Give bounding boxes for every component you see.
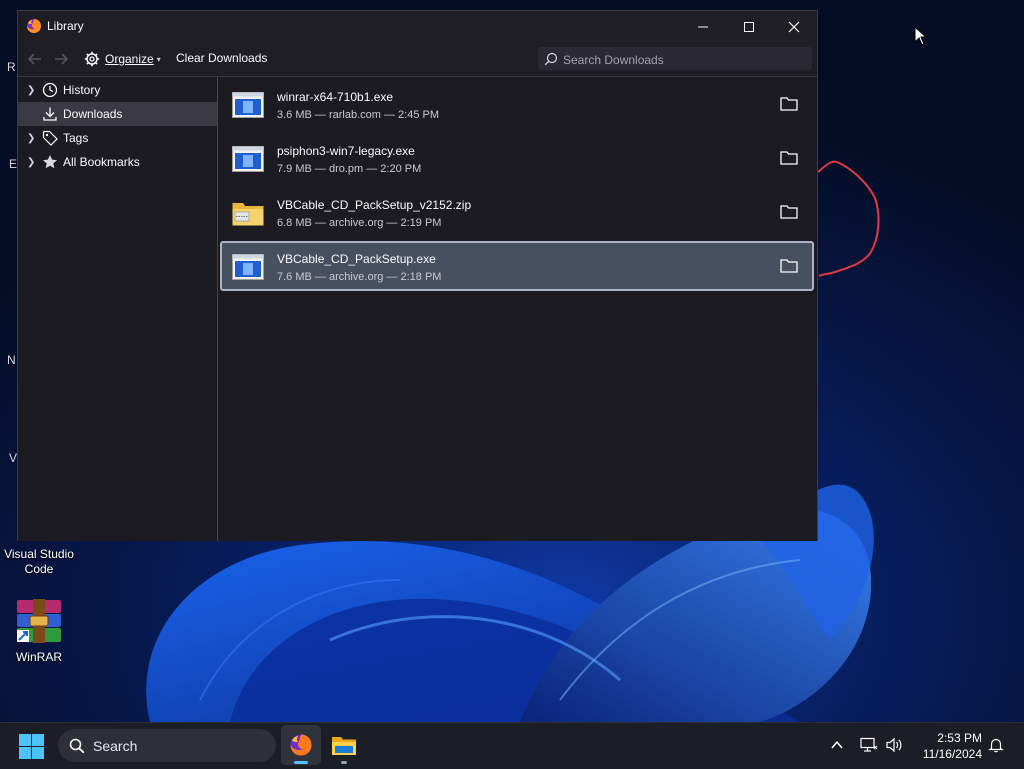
library-sidebar: ❯ History Downloads ❯ Tags ❯ All Bookmar… (18, 76, 218, 541)
download-filename: VBCable_CD_PackSetup.exe (277, 252, 436, 266)
library-toolbar: Organize ▾ Clear Downloads (18, 42, 817, 76)
network-icon[interactable] (860, 737, 878, 753)
star-icon (42, 154, 58, 170)
chevron-right-icon[interactable]: ❯ (27, 133, 37, 144)
forward-arrow-icon[interactable] (53, 51, 69, 67)
gear-icon (84, 51, 100, 67)
download-filename: psiphon3-win7-legacy.exe (277, 144, 415, 158)
sidebar-item-all-bookmarks[interactable]: ❯ All Bookmarks (18, 150, 217, 174)
desktop-edge-letter: V (9, 451, 18, 465)
download-item[interactable]: VBCable_CD_PackSetup_v2152.zip 6.8 MB — … (220, 187, 814, 237)
library-window: Library Organize ▾ Clear Downloads Searc… (17, 10, 818, 541)
back-arrow-icon[interactable] (27, 51, 43, 67)
download-filename: winrar-x64-710b1.exe (277, 90, 394, 104)
exe-file-icon (232, 146, 264, 172)
taskbar: Search 2:53 PM 11/16/2024 (0, 722, 1024, 769)
maximize-icon (744, 21, 754, 32)
volume-icon[interactable] (885, 737, 903, 753)
sidebar-item-history[interactable]: ❯ History (18, 78, 217, 102)
firefox-icon (27, 19, 41, 33)
minimize-button[interactable] (680, 11, 726, 42)
search-icon (69, 738, 85, 753)
organize-label: Organize (105, 52, 154, 66)
search-box[interactable] (538, 47, 812, 70)
desktop-edge-letter: R (7, 60, 16, 74)
desktop-icon-vscode[interactable]: Visual Studio Code (4, 547, 74, 577)
close-icon (788, 21, 800, 32)
clock-date[interactable]: 11/16/2024 (910, 747, 982, 761)
maximize-button[interactable] (726, 11, 772, 42)
firefox-icon (290, 734, 312, 756)
title-bar[interactable]: Library (18, 11, 817, 42)
sidebar-item-label: Downloads (63, 107, 123, 121)
download-icon (42, 106, 58, 122)
taskbar-search-label: Search (93, 737, 138, 754)
desktop-icon-winrar[interactable]: WinRAR (4, 598, 74, 665)
chevron-down-icon: ▾ (156, 54, 161, 64)
taskbar-search-box[interactable]: Search (58, 729, 276, 762)
search-icon (544, 52, 558, 66)
windows-start-icon[interactable] (19, 734, 44, 759)
exe-file-icon (232, 254, 264, 280)
chevron-up-icon[interactable] (830, 738, 844, 752)
zip-folder-icon (232, 203, 264, 226)
clock-icon (42, 82, 58, 98)
exe-file-icon (232, 92, 264, 118)
search-input[interactable] (561, 50, 810, 69)
close-button[interactable] (771, 11, 817, 42)
desktop-icon-label: WinRAR (15, 650, 62, 664)
download-item[interactable]: winrar-x64-710b1.exe 3.6 MB — rarlab.com… (220, 79, 814, 129)
notification-bell-icon[interactable] (988, 737, 1004, 753)
red-scribble-annotation (817, 160, 880, 277)
sidebar-item-label: History (63, 83, 101, 97)
download-meta: 7.6 MB — archive.org — 2:18 PM (277, 271, 442, 283)
folder-icon (332, 737, 356, 755)
desktop-edge-letter: N (7, 353, 16, 367)
minimize-icon (698, 26, 708, 27)
download-item[interactable]: psiphon3-win7-legacy.exe 7.9 MB — dro.pm… (220, 133, 814, 183)
chevron-right-icon[interactable]: ❯ (27, 85, 37, 96)
clock-time[interactable]: 2:53 PM (910, 731, 982, 745)
download-meta: 3.6 MB — rarlab.com — 2:45 PM (277, 109, 439, 121)
active-indicator (294, 761, 308, 764)
organize-menu-button[interactable]: Organize ▾ (84, 49, 161, 69)
chevron-right-icon[interactable]: ❯ (27, 157, 37, 168)
winrar-icon (15, 598, 63, 646)
download-filename: VBCable_CD_PackSetup_v2152.zip (277, 198, 472, 212)
taskbar-app-file-explorer[interactable] (324, 725, 364, 765)
desktop-edge-letter: E (9, 157, 18, 171)
sidebar-item-label: All Bookmarks (63, 155, 140, 169)
downloads-list: winrar-x64-710b1.exe 3.6 MB — rarlab.com… (218, 76, 817, 541)
sidebar-item-tags[interactable]: ❯ Tags (18, 126, 217, 150)
running-indicator (341, 761, 347, 764)
open-folder-icon[interactable] (780, 96, 798, 111)
mouse-cursor-icon (914, 26, 928, 46)
download-meta: 6.8 MB — archive.org — 2:19 PM (277, 217, 442, 229)
clear-downloads-button[interactable]: Clear Downloads (176, 51, 267, 65)
download-item[interactable]: VBCable_CD_PackSetup.exe 7.6 MB — archiv… (220, 241, 814, 291)
taskbar-app-firefox[interactable] (281, 725, 321, 765)
tag-icon (42, 130, 58, 146)
window-title: Library (47, 19, 84, 33)
download-meta: 7.9 MB — dro.pm — 2:20 PM (277, 163, 422, 175)
open-folder-icon[interactable] (780, 150, 798, 165)
open-folder-icon[interactable] (780, 258, 798, 273)
open-folder-icon[interactable] (780, 204, 798, 219)
sidebar-item-downloads[interactable]: Downloads (18, 102, 217, 126)
desktop-icon-label: Visual Studio Code (4, 547, 74, 576)
sidebar-item-label: Tags (63, 131, 89, 145)
